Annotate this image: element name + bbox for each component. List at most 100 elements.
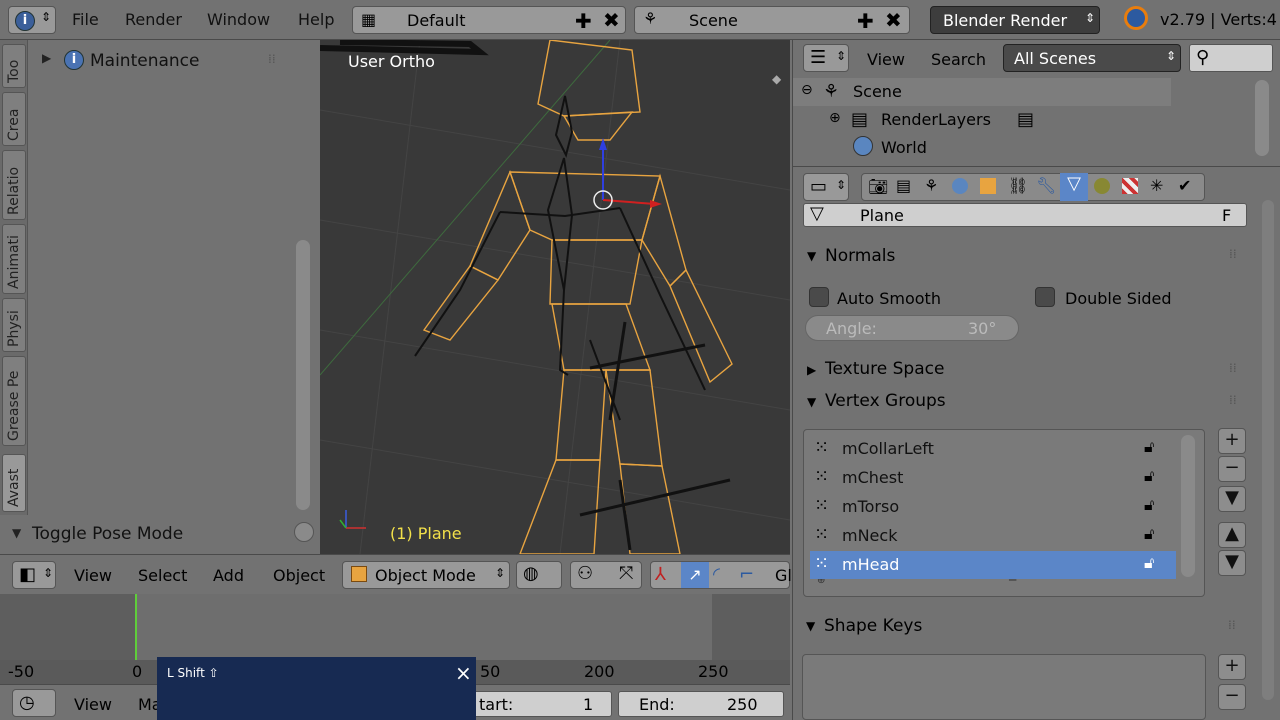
outliner-scrollbar[interactable]	[1255, 80, 1269, 156]
remove-vertex-group-button[interactable]: −	[1218, 456, 1246, 482]
collapse-icon[interactable]: ⊖	[801, 82, 813, 98]
vertex-group-row-selected[interactable]: ⁙ mHead 🔓︎	[810, 551, 1176, 579]
collapse-triangle-icon[interactable]: ▼	[807, 395, 816, 409]
timeline-area[interactable]	[0, 594, 790, 660]
drag-handle-icon[interactable]: ⁞⁞	[1229, 393, 1237, 407]
angle-field[interactable]: Angle: 30°	[805, 315, 1019, 341]
menu-search[interactable]: Search	[931, 50, 986, 69]
remove-shape-key-button[interactable]: −	[1218, 684, 1246, 710]
editor-type-button[interactable]: ☰ ⇕	[803, 44, 849, 72]
remove-layout-icon[interactable]: ✖	[603, 8, 620, 32]
translate-icon[interactable]: ↗	[681, 562, 709, 588]
editor-type-button[interactable]: ▭ ⇕	[803, 173, 849, 201]
menu-object[interactable]: Object	[273, 566, 325, 585]
display-filter-dropdown[interactable]: All Scenes ⇕	[1003, 44, 1181, 72]
toggle-pose-mode-label[interactable]: Toggle Pose Mode	[32, 524, 183, 544]
rotate-icon[interactable]: ◜	[713, 564, 720, 585]
vertex-group-scrollbar[interactable]	[1181, 435, 1195, 577]
lock-icon[interactable]: 🔓︎	[1144, 553, 1154, 573]
object-tab-icon[interactable]	[980, 178, 996, 194]
expand-icon[interactable]: ⊕	[829, 110, 841, 126]
add-layout-icon[interactable]: ✚	[575, 9, 592, 33]
move-down-button[interactable]: ▼	[1218, 550, 1246, 576]
tab-tools[interactable]: Too	[2, 44, 26, 88]
fake-user-button[interactable]: F	[1222, 206, 1231, 225]
lock-icon[interactable]: 🔓︎	[1144, 466, 1154, 486]
menu-view[interactable]: View	[867, 50, 905, 69]
material-tab-icon[interactable]	[1094, 178, 1110, 194]
add-scene-icon[interactable]: ✚	[857, 9, 874, 33]
collapse-triangle-icon[interactable]: ▼	[807, 249, 816, 263]
editor-type-button[interactable]: ◧ ⇕	[12, 561, 56, 589]
collapse-triangle-icon[interactable]: ▼	[806, 619, 815, 633]
panel-title-vertex-groups[interactable]: Vertex Groups	[825, 391, 946, 411]
end-frame-field[interactable]: End: 250	[618, 691, 784, 717]
vertex-group-specials-button[interactable]: ▼	[1218, 486, 1246, 512]
properties-scrollbar[interactable]	[1262, 200, 1274, 700]
tool-shelf-scrollbar[interactable]	[296, 240, 310, 510]
panel-title-normals[interactable]: Normals	[825, 246, 895, 266]
menu-add[interactable]: Add	[213, 566, 244, 585]
auto-smooth-checkbox[interactable]	[809, 287, 829, 307]
texture-tab-icon[interactable]	[1122, 178, 1138, 194]
layout-selector[interactable]: ▦ Default ✚ ✖	[352, 6, 626, 34]
modifiers-tab-icon[interactable]: 🔧︎	[1036, 176, 1056, 195]
constraints-tab-icon[interactable]: ⛓	[1008, 176, 1028, 195]
expand-triangle-icon[interactable]: ▶	[807, 363, 816, 377]
outliner-row-world[interactable]: World	[793, 134, 1171, 162]
physics-tab-icon[interactable]: ✔	[1178, 176, 1191, 195]
viewport-shading-dropdown[interactable]: ◍	[516, 561, 562, 589]
render-engine-dropdown[interactable]: Blender Render ⇕	[930, 6, 1100, 34]
drag-handle-icon[interactable]: ⁞⁞	[1228, 618, 1236, 632]
tab-avast[interactable]: Avast	[2, 454, 26, 512]
current-frame-line[interactable]	[135, 594, 137, 660]
lock-icon[interactable]: 🔓︎	[1144, 495, 1154, 515]
tab-animation[interactable]: Animati	[2, 224, 26, 294]
transform-toggle-icon[interactable]: ⤧	[619, 563, 633, 584]
outliner-row-renderlayers[interactable]: ⊕ ▤ RenderLayers ▤	[793, 106, 1171, 134]
move-up-button[interactable]: ▲	[1218, 522, 1246, 548]
tab-relations[interactable]: Relatio	[2, 150, 26, 220]
render-tab-icon[interactable]: 📷︎	[868, 177, 888, 196]
drag-handle-icon[interactable]: ⁞⁞	[268, 52, 276, 66]
menu-view[interactable]: View	[74, 695, 112, 714]
menu-select[interactable]: Select	[138, 566, 187, 585]
scale-icon[interactable]: ⌐	[739, 564, 754, 585]
world-tab-icon[interactable]	[952, 178, 968, 194]
outliner-search-field[interactable]: ⚲	[1189, 44, 1273, 72]
vertex-group-row[interactable]: ⁙ mTorso 🔓︎	[810, 493, 1176, 521]
tab-create[interactable]: Crea	[2, 92, 26, 146]
collapse-triangle-icon[interactable]: ▼	[12, 526, 21, 540]
menu-window[interactable]: Window	[207, 10, 270, 29]
redo-panel-toggle[interactable]	[294, 522, 314, 542]
menu-file[interactable]: File	[72, 10, 99, 29]
close-icon[interactable]: ×	[455, 661, 472, 685]
manipulator-axes-icon[interactable]: ⅄	[655, 564, 666, 585]
tab-physics[interactable]: Physi	[2, 298, 26, 352]
drag-handle-icon[interactable]: ⁞⁞	[1229, 361, 1237, 375]
corner-widget-icon[interactable]: ◆	[772, 72, 781, 86]
remove-scene-icon[interactable]: ✖	[885, 8, 902, 32]
mode-dropdown[interactable]: Object Mode ⇕	[342, 561, 510, 589]
vertex-group-row[interactable]: ⁙ mCollarLeft 🔓︎	[810, 435, 1176, 463]
lock-icon[interactable]: 🔓︎	[1144, 437, 1154, 457]
panel-title-shape-keys[interactable]: Shape Keys	[824, 616, 922, 636]
drag-handle-icon[interactable]: ⁞⁞	[1229, 247, 1237, 261]
menu-help[interactable]: Help	[298, 10, 334, 29]
pivot-dropdown[interactable]: ⚇ ⤧	[570, 561, 642, 589]
lock-icon[interactable]: 🔓︎	[1144, 524, 1154, 544]
3d-viewport[interactable]: User Ortho (1) Plane ◆	[320, 40, 790, 554]
scene-tab-icon[interactable]: ⚘	[924, 176, 938, 195]
vertex-group-row[interactable]: ⁙ mChest 🔓︎	[810, 464, 1176, 492]
data-tab-icon[interactable]: ▽	[1060, 173, 1088, 201]
add-vertex-group-button[interactable]: +	[1218, 428, 1246, 454]
render-layers-tab-icon[interactable]: ▤	[896, 176, 911, 195]
particles-tab-icon[interactable]: ✳	[1150, 176, 1163, 195]
panel-title-texture-space[interactable]: Texture Space	[825, 359, 944, 379]
mesh-datablock-field[interactable]: ▽ Plane F	[803, 203, 1247, 227]
menu-render[interactable]: Render	[125, 10, 182, 29]
start-frame-field[interactable]: tart: 1	[462, 691, 612, 717]
vertex-group-row[interactable]: ⁙ mNeck 🔓︎	[810, 522, 1176, 550]
double-sided-checkbox[interactable]	[1035, 287, 1055, 307]
scene-selector[interactable]: ⚘ Scene ✚ ✖	[634, 6, 910, 34]
